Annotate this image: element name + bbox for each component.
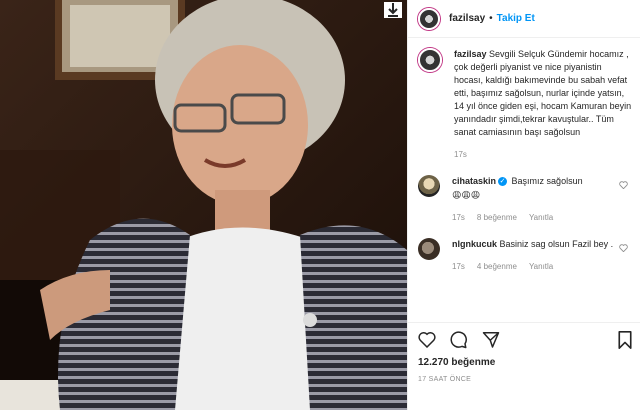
comment-text-2: 😩😩😩 (452, 190, 481, 200)
avatar[interactable] (418, 48, 442, 72)
reply-button[interactable]: Yanıtla (529, 260, 553, 273)
comment-likes[interactable]: 8 beğenme (477, 211, 517, 224)
verified-icon: ✓ (498, 177, 508, 187)
header-separator: • (489, 13, 493, 24)
comment-row: cihataskin ✓ Başımız sağolsun 😩😩😩 17s 8 b… (418, 175, 632, 224)
comment-text: Başımız sağolsun (511, 176, 583, 186)
comment-time: 17s (452, 262, 465, 271)
caption-time: 17s (454, 150, 467, 159)
post-timestamp: 17 SAAT ÖNCE (418, 376, 472, 383)
comment-likes[interactable]: 4 beğenme (477, 260, 517, 273)
heart-icon[interactable] (619, 244, 628, 255)
heart-icon[interactable] (418, 331, 436, 351)
avatar[interactable] (418, 238, 440, 260)
comment-icon[interactable] (450, 330, 468, 352)
action-bar (418, 330, 632, 352)
follow-button[interactable]: Takip Et (497, 13, 535, 24)
share-icon[interactable] (482, 331, 500, 351)
divider (408, 322, 640, 323)
heart-icon[interactable] (619, 181, 628, 192)
download-icon[interactable] (384, 2, 402, 18)
post-header: fazilsay • Takip Et (408, 0, 640, 38)
comment-text: Basiniz sag olsun Fazil bey . (499, 239, 614, 249)
comments-list: fazilsay Sevgili Selçuk Gündemir hocamız… (418, 48, 632, 273)
caption: fazilsay Sevgili Selçuk Gündemir hocamız… (418, 48, 632, 161)
reply-button[interactable]: Yanıtla (529, 211, 553, 224)
caption-text: Sevgili Selçuk Gündemir hocamız , çok de… (454, 49, 632, 137)
avatar[interactable] (418, 175, 440, 197)
comment-username[interactable]: cihataskin (452, 176, 496, 186)
comment-time: 17s (452, 213, 465, 222)
caption-username[interactable]: fazilsay (454, 49, 487, 59)
comment-row: nlgnkucuk Basiniz sag olsun Fazil bey . … (418, 238, 632, 273)
comment-username[interactable]: nlgnkucuk (452, 239, 497, 249)
post-panel: fazilsay • Takip Et fazilsay Sevgili Sel… (407, 0, 640, 410)
likes-count[interactable]: 12.270 beğenme (418, 357, 495, 368)
bookmark-icon[interactable] (618, 330, 632, 352)
header-username[interactable]: fazilsay (449, 13, 485, 24)
post-photo (0, 0, 407, 410)
avatar[interactable] (418, 7, 440, 30)
